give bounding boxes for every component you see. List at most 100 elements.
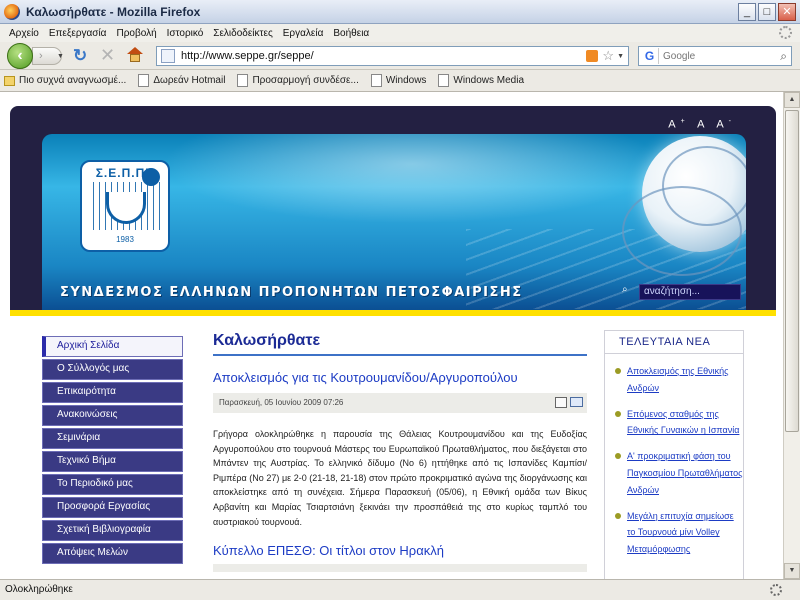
sidebar-item-seminars[interactable]: Σεμινάρια — [42, 428, 183, 449]
news-link[interactable]: Επόμενος σταθμός της Εθνικής Γυναικών η … — [627, 409, 739, 436]
sidebar-menu: Αρχική Σελίδα Ο Σύλλογός μας Επικαιρότητ… — [42, 336, 183, 566]
news-link[interactable]: Α' προκριματική φάση του Παγκοσμίου Πρωτ… — [627, 451, 742, 495]
sidebar-item-job-offers[interactable]: Προσφορά Εργασίας — [42, 497, 183, 518]
article-meta-bar: Παρασκευή, 05 Ιουνίου 2009 07:26 — [213, 393, 587, 413]
latest-news-panel: ΤΕΛΕΥΤΑΙΑ ΝΕΑ Αποκλεισμός της Εθνικής Αν… — [604, 330, 744, 579]
rss-icon[interactable] — [586, 50, 599, 62]
news-item[interactable]: Μεγάλη επιτυχία σημείωσε το Τουρνουά μίν… — [605, 508, 743, 558]
sidebar-item-magazine[interactable]: Το Περιοδικό μας — [42, 474, 183, 495]
bookmark-windows[interactable]: Windows — [370, 74, 427, 87]
url-dropdown-icon[interactable]: ▼ — [617, 53, 624, 60]
bookmark-most-visited[interactable]: Πιο συχνά αναγνωσμέ... — [4, 75, 126, 86]
bookmark-customize-links[interactable]: Προσαρμογή συνδέσε... — [237, 74, 359, 87]
url-text[interactable]: http://www.seppe.gr/seppe/ — [181, 50, 586, 62]
stop-icon[interactable]: ✕ — [100, 45, 115, 66]
site-logo[interactable]: Σ.Ε.Π.ΠΕ 1983 — [80, 160, 170, 252]
sidebar-item-current-affairs[interactable]: Επικαιρότητα — [42, 382, 183, 403]
font-size-controls[interactable]: A+ A A- — [668, 118, 736, 131]
firefox-icon — [4, 3, 20, 20]
reload-icon[interactable]: ↻ — [73, 46, 87, 66]
history-dropdown-icon[interactable]: ▼ — [57, 53, 64, 60]
site-search-icon[interactable]: ⌕ — [622, 284, 628, 295]
article-meta-bar — [213, 564, 587, 573]
site-banner: Σ.Ε.Π.ΠΕ 1983 ΣΥΝΔΕΣΜΟΣ ΕΛΛΗΝΩΝ ΠΡΟΠΟΝΗΤ… — [42, 134, 746, 310]
search-bar[interactable]: G ⌕ — [638, 46, 792, 66]
bookmark-label: Δωρεάν Hotmail — [153, 75, 226, 86]
vertical-scrollbar[interactable]: ▲ ▼ — [783, 92, 800, 579]
page-icon — [138, 74, 150, 87]
sidebar-item-home[interactable]: Αρχική Σελίδα — [42, 336, 183, 357]
search-icon[interactable]: ⌕ — [780, 49, 787, 64]
menu-help[interactable]: Βοήθεια — [328, 28, 374, 39]
bullet-icon — [615, 453, 621, 460]
logo-year: 1983 — [116, 235, 134, 244]
sidebar-item-bibliography[interactable]: Σχετική Βιβλιογραφία — [42, 520, 183, 541]
window-controls: _ □ ✕ — [738, 3, 796, 21]
scroll-up-icon[interactable]: ▲ — [784, 92, 800, 108]
close-button[interactable]: ✕ — [778, 3, 796, 21]
page-viewport: A+ A A- Σ.Ε.Π.ΠΕ 1983 ΣΥΝΔΕΣΜΟΣ ΕΛΛΗΝΩΝ … — [0, 92, 783, 579]
page-icon — [438, 74, 450, 87]
article-title-link[interactable]: Αποκλεισμός για τις Κουτρουμανίδου/Αργυρ… — [213, 370, 587, 385]
menu-edit[interactable]: Επεξεργασία — [44, 28, 112, 39]
bookmark-label: Πιο συχνά αναγνωσμέ... — [19, 75, 127, 86]
search-input[interactable] — [663, 50, 763, 62]
bookmark-windows-media[interactable]: Windows Media — [438, 74, 524, 87]
news-item[interactable]: Αποκλεισμός της Εθνικής Ανδρών — [605, 363, 743, 397]
email-icon[interactable] — [570, 397, 583, 407]
site-body: Αρχική Σελίδα Ο Σύλλογός μας Επικαιρότητ… — [10, 316, 776, 579]
home-icon[interactable] — [127, 47, 143, 62]
news-link[interactable]: Μεγάλη επιτυχία σημείωσε το Τουρνουά μίν… — [627, 511, 734, 555]
menu-view[interactable]: Προβολή — [111, 28, 161, 39]
volleyball-icon — [622, 136, 746, 276]
status-bar: Ολοκληρώθηκε — [0, 579, 800, 600]
site-favicon — [161, 49, 175, 63]
scroll-thumb[interactable] — [785, 110, 799, 432]
news-link[interactable]: Αποκλεισμός της Εθνικής Ανδρών — [627, 366, 728, 393]
folder-icon — [4, 75, 15, 86]
resize-grip-icon — [770, 584, 782, 596]
menu-history[interactable]: Ιστορικό — [162, 28, 209, 39]
url-bar[interactable]: http://www.seppe.gr/seppe/ ☆ ▼ — [156, 46, 629, 66]
bookmark-label: Windows — [385, 75, 427, 86]
bookmark-label: Windows Media — [453, 75, 525, 86]
page-icon — [370, 74, 382, 87]
article-date: Παρασκευή, 05 Ιουνίου 2009 07:26 — [219, 398, 344, 407]
print-icon[interactable] — [555, 397, 567, 408]
sidebar-item-our-club[interactable]: Ο Σύλλογός μας — [42, 359, 183, 380]
scroll-down-icon[interactable]: ▼ — [784, 563, 800, 579]
page-icon — [237, 74, 249, 87]
article-title-link[interactable]: Κύπελλο ΕΠΕΣΘ: Οι τίτλοι στον Ηρακλή — [213, 543, 587, 558]
news-item[interactable]: Επόμενος σταθμός της Εθνικής Γυναικών η … — [605, 406, 743, 440]
bookmark-hotmail[interactable]: Δωρεάν Hotmail — [138, 74, 225, 87]
page-title: Καλωσήρθατε — [213, 332, 587, 356]
window-title: Καλωσήρθατε - Mozilla Firefox — [26, 4, 201, 19]
bookmark-star-icon[interactable]: ☆ — [602, 48, 614, 64]
minimize-button[interactable]: _ — [738, 3, 756, 21]
back-button[interactable]: ‹ — [7, 43, 33, 69]
menu-tools[interactable]: Εργαλεία — [278, 28, 329, 39]
navigation-toolbar: › ‹ ▼ ↻ ✕ http://www.seppe.gr/seppe/ ☆ ▼… — [0, 42, 800, 70]
news-header: ΤΕΛΕΥΤΑΙΑ ΝΕΑ — [605, 331, 743, 354]
menu-bar: Αρχείο Επεξεργασία Προβολή Ιστορικό Σελι… — [0, 24, 800, 42]
bullet-icon — [615, 512, 621, 519]
sidebar-item-technical-step[interactable]: Τεχνικό Βήμα — [42, 451, 183, 472]
status-text: Ολοκληρώθηκε — [5, 584, 73, 595]
sidebar-item-member-views[interactable]: Απόψεις Μελών — [42, 543, 183, 564]
window-titlebar: Καλωσήρθατε - Mozilla Firefox _ □ ✕ — [0, 0, 800, 24]
menu-file[interactable]: Αρχείο — [4, 28, 44, 39]
site-search-input[interactable]: αναζήτηση... — [639, 284, 741, 300]
google-engine-icon[interactable]: G — [641, 48, 659, 64]
maximize-button[interactable]: □ — [758, 3, 776, 21]
main-content: Καλωσήρθατε Αποκλεισμός για τις Κουτρουμ… — [213, 332, 587, 573]
bookmarks-toolbar: Πιο συχνά αναγνωσμέ... Δωρεάν Hotmail Πρ… — [0, 70, 800, 92]
menu-bookmarks[interactable]: Σελιδοδείκτες — [208, 28, 277, 39]
sidebar-item-announcements[interactable]: Ανακοινώσεις — [42, 405, 183, 426]
bullet-icon — [615, 410, 621, 417]
banner-title: ΣΥΝΔΕΣΜΟΣ ΕΛΛΗΝΩΝ ΠΡΟΠΟΝΗΤΩΝ ΠΕΤΟΣΦΑΙΡΙΣ… — [60, 285, 523, 300]
throbber-icon — [779, 26, 792, 39]
article-body: Γρήγορα ολοκληρώθηκε η παρουσία της Θάλε… — [213, 429, 587, 527]
bullet-icon — [615, 368, 621, 374]
bookmark-label: Προσαρμογή συνδέσε... — [252, 75, 359, 86]
news-item[interactable]: Α' προκριματική φάση του Παγκοσμίου Πρωτ… — [605, 448, 743, 498]
